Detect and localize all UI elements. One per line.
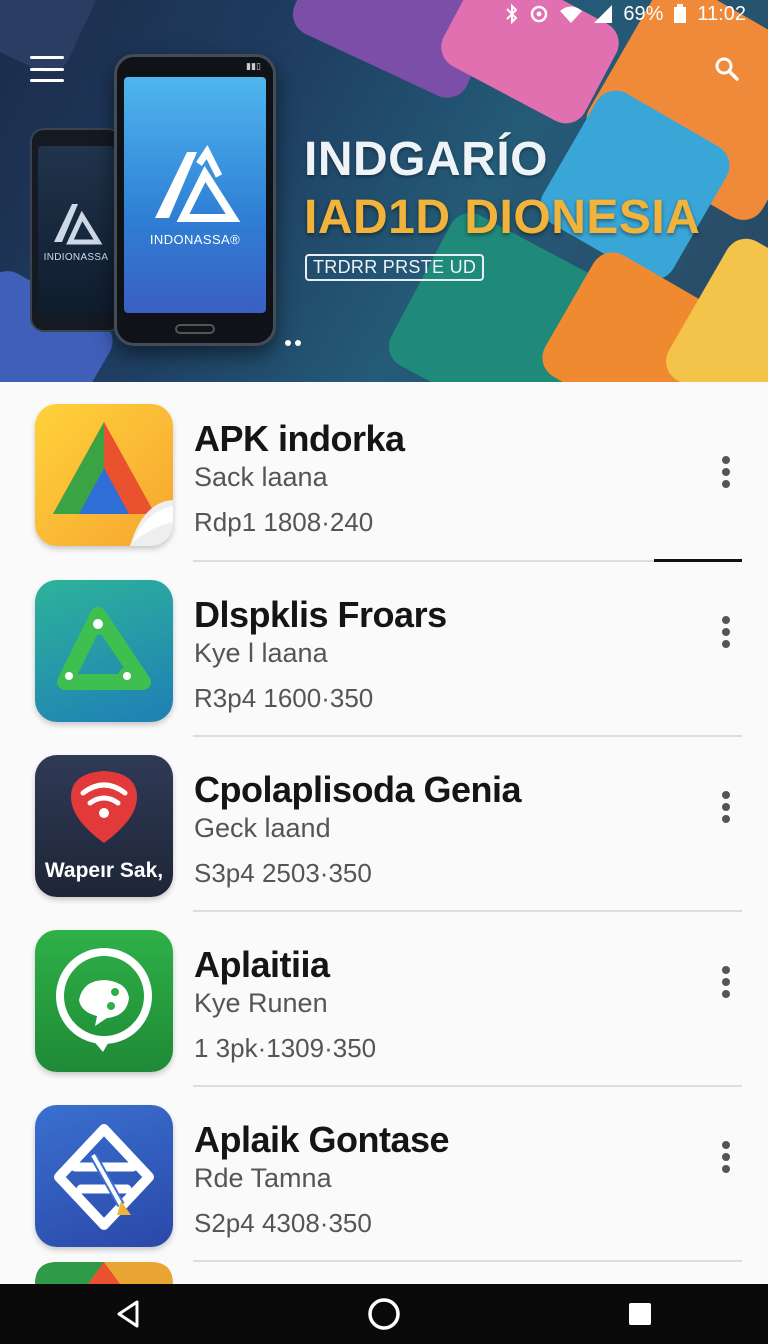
app-subtitle: Rde Tamna	[194, 1163, 332, 1193]
battery-icon	[674, 4, 687, 23]
app-icon-text: Wapeır Sak,	[44, 859, 164, 882]
app-name: Dlspklis Froars	[194, 594, 447, 635]
system-nav-bar	[0, 1284, 768, 1344]
overflow-menu-icon[interactable]	[712, 1137, 740, 1177]
hero-banner[interactable]: INDIONASSA ▮▮▯ INDONASSA® INDGARÍO IAD1D…	[0, 0, 768, 382]
home-button[interactable]	[354, 1284, 414, 1344]
signal-icon	[594, 5, 613, 23]
recents-square-icon	[629, 1303, 651, 1325]
app-meta: Rdp1 1808·240	[194, 507, 374, 537]
app-subtitle: Sack laana	[194, 462, 328, 492]
overflow-menu-icon[interactable]	[712, 612, 740, 652]
list-item[interactable]: Wapeır Sak, Cpolaplisoda Genia Geck laan…	[0, 737, 768, 912]
phone-front-label: INDONASSA®	[149, 231, 241, 247]
pinwheel-app-icon[interactable]	[35, 404, 173, 546]
banner-badge[interactable]: TRDRR PRSTE UD	[305, 254, 485, 281]
brand-logo-icon	[155, 144, 241, 222]
phone-back-label: INDIONASSA	[43, 251, 109, 263]
home-circle-icon	[368, 1298, 400, 1330]
back-button[interactable]	[98, 1284, 158, 1344]
alarm-icon	[531, 5, 548, 23]
back-triangle-icon	[117, 1300, 139, 1328]
app-meta: S2p4 4308·350	[194, 1208, 372, 1238]
app-list[interactable]: APK indorka Sack laana Rdp1 1808·240 Dls…	[0, 382, 768, 1284]
diamond-knot-app-icon[interactable]	[35, 1105, 173, 1247]
carousel-pager-dots[interactable]	[285, 340, 301, 346]
phone-mockup-back: INDIONASSA	[30, 128, 122, 332]
app-meta: 1 3pk·1309·350	[194, 1033, 377, 1063]
overflow-menu-icon[interactable]	[712, 962, 740, 1002]
list-item[interactable]: Aplaitiia Kye Runen 1 3pk·1309·350	[0, 912, 768, 1087]
bluetooth-icon	[506, 4, 518, 24]
share-triangle-app-icon[interactable]	[35, 580, 173, 722]
app-meta: R3p4 1600·350	[194, 683, 374, 713]
brand-logo-icon	[54, 203, 103, 244]
overflow-menu-icon[interactable]	[712, 452, 740, 492]
phone-mockup-front: ▮▮▯ INDONASSA®	[114, 54, 276, 346]
status-time: 11:02	[697, 2, 746, 25]
list-item[interactable]: Dlspklis Froars Kye l laana R3p4 1600·35…	[0, 562, 768, 737]
list-item-partial[interactable]	[0, 1262, 768, 1284]
search-icon[interactable]	[712, 54, 742, 84]
list-item[interactable]: APK indorka Sack laana Rdp1 1808·240	[0, 382, 768, 562]
app-name: Aplaik Gontase	[194, 1119, 450, 1160]
partial-app-icon[interactable]	[35, 1262, 173, 1284]
app-name: Cpolaplisoda Genia	[194, 769, 522, 810]
banner-title-line2: IAD1D DIONESIA	[304, 191, 701, 244]
phone-clock-icon: ▮▮▯	[246, 61, 261, 71]
app-name: Aplaitiia	[194, 944, 330, 985]
menu-icon[interactable]	[30, 56, 64, 82]
wifi-pin-app-icon[interactable]: Wapeır Sak,	[35, 755, 173, 897]
phone-home-button	[175, 324, 215, 334]
wifi-icon	[560, 6, 583, 23]
app-subtitle: Geck laand	[194, 813, 331, 843]
app-name: APK indorka	[194, 418, 405, 459]
battery-percent: 69%	[623, 2, 664, 25]
app-subtitle: Kye Runen	[194, 988, 328, 1018]
app-meta: S3p4 2503·350	[194, 858, 372, 888]
app-subtitle: Kye l laana	[194, 638, 328, 668]
banner-title-line1: INDGARÍO	[304, 133, 548, 186]
overflow-menu-icon[interactable]	[712, 787, 740, 827]
list-item[interactable]: Aplaik Gontase Rde Tamna S2p4 4308·350	[0, 1087, 768, 1262]
chat-bubble-app-icon[interactable]	[35, 930, 173, 1072]
recents-button[interactable]	[610, 1284, 670, 1344]
status-bar: 69% 11:02	[0, 0, 768, 28]
